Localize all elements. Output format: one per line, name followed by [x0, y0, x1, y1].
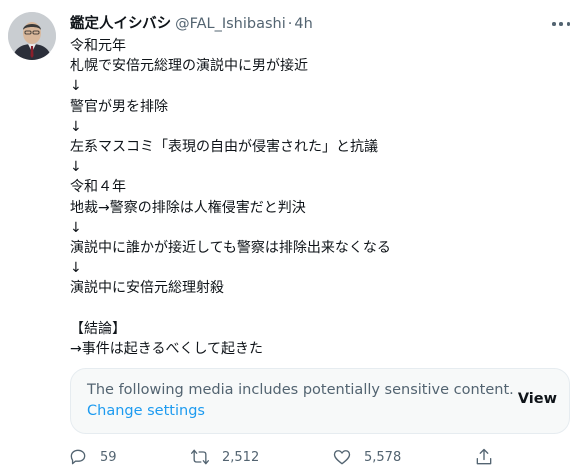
tweet-header: 鑑定人イシバシ @FAL_Ishibashi · 4h [70, 14, 544, 34]
reply-icon [70, 449, 86, 465]
tweet-line: 演説中に誰かが接近しても警察は排除出来なくなる [70, 239, 391, 256]
tweet-line: 令和４年 [70, 179, 126, 196]
retweet-button[interactable]: 2,512 [190, 446, 259, 468]
tweet-line: 令和元年 [70, 38, 126, 54]
sensitive-media-warning: The following media includes potentially… [70, 368, 570, 434]
change-settings-link[interactable]: Change settings [87, 403, 205, 419]
reply-button[interactable]: 59 [68, 446, 117, 468]
share-button[interactable] [474, 446, 494, 468]
tweet-line: 地裁→警察の排除は人権侵害だと判決 [70, 199, 306, 216]
tweet-actions: 59 2,512 5,578 [68, 446, 508, 468]
avatar-photo [8, 12, 56, 60]
display-name[interactable]: 鑑定人イシバシ [70, 16, 171, 32]
tweet-line: ↓ [70, 219, 82, 236]
tweet-line: ↓ [70, 118, 82, 135]
tweet-text: 令和元年 札幌で安倍元総理の演説中に男が接近 ↓ 警官が男を排除 ↓ 左系マスコ… [70, 36, 570, 359]
heart-icon [333, 450, 351, 465]
tweet-line: ↓ [70, 260, 82, 277]
avatar[interactable] [8, 12, 56, 60]
tweet-line: 警官が男を排除 [70, 98, 168, 115]
retweet-count: 2,512 [222, 449, 260, 465]
tweet-line: ↓ [70, 159, 82, 176]
tweet-line [70, 298, 570, 318]
retweet-icon [191, 449, 209, 465]
like-count: 5,578 [364, 449, 402, 465]
tweet: 鑑定人イシバシ @FAL_Ishibashi · 4h 令和元年 札幌で安倍元総理の演… [0, 0, 584, 475]
tweet-line: 左系マスコミ「表現の自由が侵害された」と抗議 [70, 138, 378, 155]
reply-count: 59 [100, 449, 117, 465]
tweet-line: 【結論】 [70, 320, 126, 337]
share-icon [476, 448, 492, 465]
separator-dot: · [287, 16, 293, 32]
view-button[interactable]: View [518, 391, 557, 407]
tweet-line: 札幌で安倍元総理の演説中に男が接近 [70, 58, 308, 75]
more-options-icon[interactable] [550, 14, 572, 34]
tweet-line: ↓ [70, 78, 82, 95]
sensitive-notice: The following media includes potentially… [87, 382, 514, 398]
timestamp[interactable]: 4h [294, 16, 312, 32]
tweet-line: 演説中に安倍元総理射殺 [70, 280, 224, 297]
user-handle[interactable]: @FAL_Ishibashi [175, 16, 286, 32]
like-button[interactable]: 5,578 [332, 446, 401, 468]
tweet-line: →事件は起きるべくして起きた [70, 340, 264, 357]
